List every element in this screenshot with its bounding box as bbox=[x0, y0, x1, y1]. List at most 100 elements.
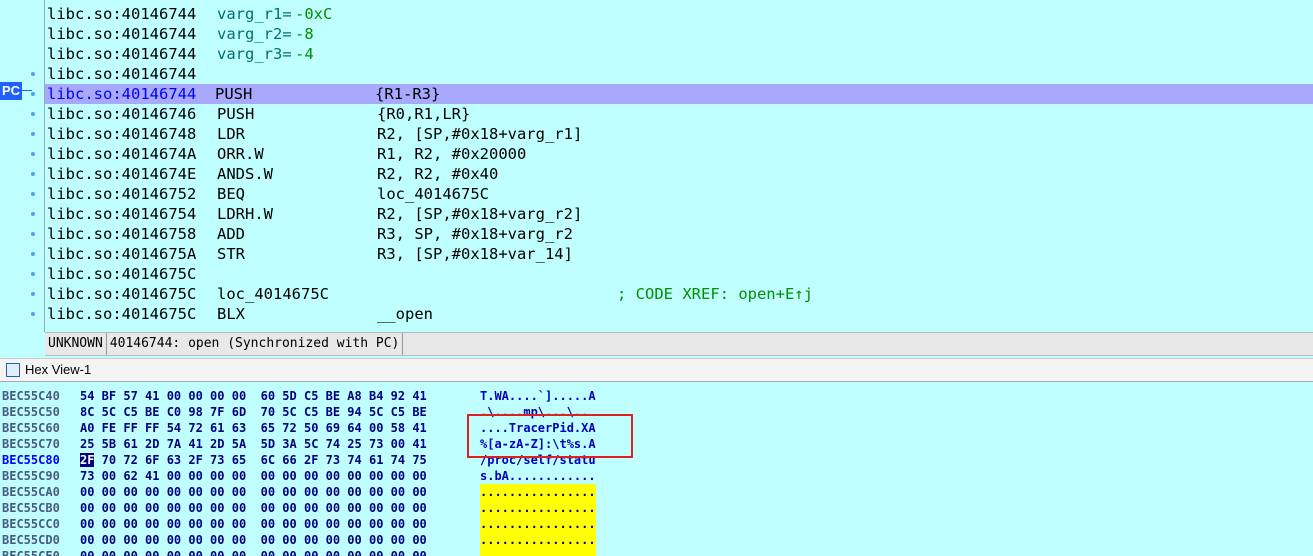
disasm-line[interactable]: libc.so:4014675C loc_4014675C ; CODE XREF:… bbox=[47, 284, 813, 304]
annotation-box bbox=[467, 414, 633, 458]
xref-comment: ; CODE XREF: open+E↑j bbox=[617, 285, 813, 303]
disasm-line[interactable]: libc.so:4014674E ANDS.W R2, R2, #0x40 bbox=[47, 164, 498, 184]
mnemonic: ADD bbox=[217, 225, 245, 243]
disassembly-view[interactable]: PC libc.so:40146744 varg_r1= -0xC libc.so:4… bbox=[0, 0, 1313, 332]
hex-row[interactable]: BEC55C80 2F 70 72 6F 63 2F 73 65 6C 66 2F… bbox=[0, 452, 1313, 468]
cursor-byte[interactable]: 2F bbox=[80, 453, 95, 467]
operand: loc_4014675C bbox=[377, 185, 489, 203]
mnemonic: BEQ bbox=[217, 185, 245, 203]
hex-address: BEC55CA0 bbox=[2, 485, 60, 499]
disasm-line[interactable]: libc.so:40146746 PUSH {R0,R1,LR} bbox=[47, 104, 470, 124]
hex-view-icon bbox=[6, 363, 20, 377]
hex-address: BEC55CC0 bbox=[2, 517, 60, 531]
disasm-line[interactable]: libc.so:4014675C bbox=[47, 264, 196, 284]
hex-row[interactable]: BEC55CA0 00 00 00 00 00 00 00 00 00 00 00… bbox=[0, 484, 1313, 500]
hex-row[interactable]: BEC55CC0 00 00 00 00 00 00 00 00 00 00 00… bbox=[0, 516, 1313, 532]
operand: R3, SP, #0x18+varg_r2 bbox=[377, 225, 573, 243]
hex-row[interactable]: BEC55C40 54 BF 57 41 00 00 00 00 60 5D C5… bbox=[0, 388, 1313, 404]
breakpoint-dot[interactable] bbox=[31, 292, 35, 296]
breakpoint-dot[interactable] bbox=[31, 132, 35, 136]
hex-bytes[interactable]: 73 00 62 41 00 00 00 00 00 00 00 00 00 0… bbox=[80, 468, 427, 484]
breakpoint-dot[interactable] bbox=[31, 252, 35, 256]
breakpoint-dot[interactable] bbox=[31, 152, 35, 156]
stack-var-name: varg_r3= bbox=[217, 45, 292, 63]
hex-ascii: ................ bbox=[480, 516, 596, 532]
disasm-line[interactable]: libc.so:40146754 LDRH.W R2, [SP,#0x18+varg… bbox=[47, 204, 582, 224]
arrow-gutter bbox=[0, 0, 45, 332]
hex-bytes[interactable]: 00 00 00 00 00 00 00 00 00 00 00 00 00 0… bbox=[80, 484, 427, 500]
mnemonic: STR bbox=[217, 245, 245, 263]
disasm-address: libc.so:40146746 bbox=[47, 105, 197, 123]
disasm-line[interactable]: libc.so:40146758 ADD R3, SP, #0x18+varg_r2 bbox=[47, 224, 573, 244]
hex-bytes[interactable]: 00 00 00 00 00 00 00 00 00 00 00 00 00 0… bbox=[80, 532, 427, 548]
hex-address: BEC55C90 bbox=[2, 469, 60, 483]
hex-row[interactable]: BEC55CD0 00 00 00 00 00 00 00 00 00 00 00… bbox=[0, 532, 1313, 548]
disasm-line[interactable]: libc.so:40146744 bbox=[47, 64, 196, 84]
hex-ascii: ................ bbox=[480, 532, 596, 548]
operand: R2, [SP,#0x18+varg_r1] bbox=[377, 125, 583, 143]
gutter-divider bbox=[44, 0, 45, 332]
hex-row[interactable]: BEC55C90 73 00 62 41 00 00 00 00 00 00 00… bbox=[0, 468, 1313, 484]
operand: R3, [SP,#0x18+var_14] bbox=[377, 245, 573, 263]
disasm-line[interactable]: libc.so:40146744 varg_r3= -4 bbox=[47, 44, 314, 64]
hex-address: BEC55CE0 bbox=[2, 549, 60, 556]
breakpoint-dot[interactable] bbox=[31, 72, 35, 76]
hex-bytes[interactable]: 00 00 00 00 00 00 00 00 00 00 00 00 00 0… bbox=[80, 516, 427, 532]
breakpoint-dot[interactable] bbox=[31, 172, 35, 176]
operand: -0xC bbox=[295, 5, 333, 23]
hex-address: BEC55CD0 bbox=[2, 533, 60, 547]
disasm-address: libc.so:4014674E bbox=[47, 165, 197, 183]
hex-bytes[interactable]: 54 BF 57 41 00 00 00 00 60 5D C5 BE A8 B… bbox=[80, 388, 427, 404]
hex-bytes[interactable]: 25 5B 61 2D 7A 41 2D 5A 5D 3A 5C 74 25 7… bbox=[80, 436, 427, 452]
breakpoint-dot[interactable] bbox=[31, 92, 35, 96]
disasm-line[interactable]: libc.so:40146752 BEQ loc_4014675C bbox=[47, 184, 489, 204]
hex-view[interactable]: BEC55C40 54 BF 57 41 00 00 00 00 60 5D C5… bbox=[0, 382, 1313, 556]
disasm-address: libc.so:40146744 bbox=[47, 5, 197, 23]
hex-view-tab[interactable]: Hex View-1 bbox=[0, 358, 1313, 382]
operand: R2, [SP,#0x18+varg_r2] bbox=[377, 205, 583, 223]
disasm-line[interactable]: libc.so:4014675C BLX __open bbox=[47, 304, 433, 324]
operand: __open bbox=[377, 305, 433, 323]
disasm-line[interactable]: libc.so:40146748 LDR R2, [SP,#0x18+varg_r1… bbox=[47, 124, 582, 144]
hex-bytes[interactable]: 00 00 00 00 00 00 00 00 00 00 00 00 00 0… bbox=[80, 500, 427, 516]
disasm-address: libc.so:40146744 bbox=[47, 25, 197, 43]
hex-row[interactable]: BEC55C50 8C 5C C5 BE C0 98 7F 6D 70 5C C5… bbox=[0, 404, 1313, 420]
disasm-line[interactable]: libc.so:4014675A STR R3, [SP,#0x18+var_14] bbox=[47, 244, 573, 264]
stack-var-name: varg_r2= bbox=[217, 25, 292, 43]
mnemonic: PUSH bbox=[217, 105, 255, 123]
mnemonic: ORR.W bbox=[217, 145, 264, 163]
breakpoint-dot[interactable] bbox=[31, 192, 35, 196]
hex-ascii: ................ bbox=[480, 500, 596, 516]
disasm-line[interactable]: libc.so:40146744 varg_r2= -8 bbox=[47, 24, 314, 44]
disasm-address: libc.so:4014675A bbox=[47, 245, 197, 263]
pc-marker: PC bbox=[0, 82, 22, 100]
disasm-line[interactable]: libc.so:40146744 PUSH {R1-R3} bbox=[45, 84, 1313, 104]
disasm-address: libc.so:40146752 bbox=[47, 185, 197, 203]
hex-bytes[interactable]: A0 FE FF FF 54 72 61 63 65 72 50 69 64 0… bbox=[80, 420, 427, 436]
hex-ascii: T.WA....`].....A bbox=[480, 389, 596, 403]
breakpoint-dot[interactable] bbox=[31, 212, 35, 216]
hex-address: BEC55C70 bbox=[2, 437, 60, 451]
pc-arrow-icon bbox=[22, 90, 32, 91]
mnemonic: LDR bbox=[217, 125, 245, 143]
hex-bytes[interactable]: 8C 5C C5 BE C0 98 7F 6D 70 5C C5 BE 94 5… bbox=[80, 404, 427, 420]
disasm-address: libc.so:4014675C bbox=[47, 265, 197, 283]
hex-row[interactable]: BEC55CE0 00 00 00 00 00 00 00 00 00 00 00… bbox=[0, 548, 1313, 556]
hex-address: BEC55C80 bbox=[2, 453, 60, 467]
hex-address: BEC55C40 bbox=[2, 389, 60, 403]
hex-row[interactable]: BEC55C70 25 5B 61 2D 7A 41 2D 5A 5D 3A 5C… bbox=[0, 436, 1313, 452]
hex-ascii: s.bA............ bbox=[480, 469, 596, 483]
breakpoint-dot[interactable] bbox=[31, 272, 35, 276]
mnemonic: LDRH.W bbox=[217, 205, 273, 223]
disasm-line[interactable]: libc.so:40146744 varg_r1= -0xC bbox=[47, 4, 332, 24]
hex-ascii: ................ bbox=[480, 484, 596, 500]
hex-row[interactable]: BEC55CB0 00 00 00 00 00 00 00 00 00 00 00… bbox=[0, 500, 1313, 516]
hex-bytes[interactable]: 2F 70 72 6F 63 2F 73 65 6C 66 2F 73 74 6… bbox=[80, 452, 427, 468]
breakpoint-dot[interactable] bbox=[31, 232, 35, 236]
hex-row[interactable]: BEC55C60 A0 FE FF FF 54 72 61 63 65 72 50… bbox=[0, 420, 1313, 436]
disasm-line[interactable]: libc.so:4014674A ORR.W R1, R2, #0x20000 bbox=[47, 144, 526, 164]
hex-bytes[interactable]: 00 00 00 00 00 00 00 00 00 00 00 00 00 0… bbox=[80, 548, 427, 556]
breakpoint-dot[interactable] bbox=[31, 112, 35, 116]
breakpoint-dot[interactable] bbox=[31, 312, 35, 316]
disasm-address: libc.so:40146754 bbox=[47, 205, 197, 223]
